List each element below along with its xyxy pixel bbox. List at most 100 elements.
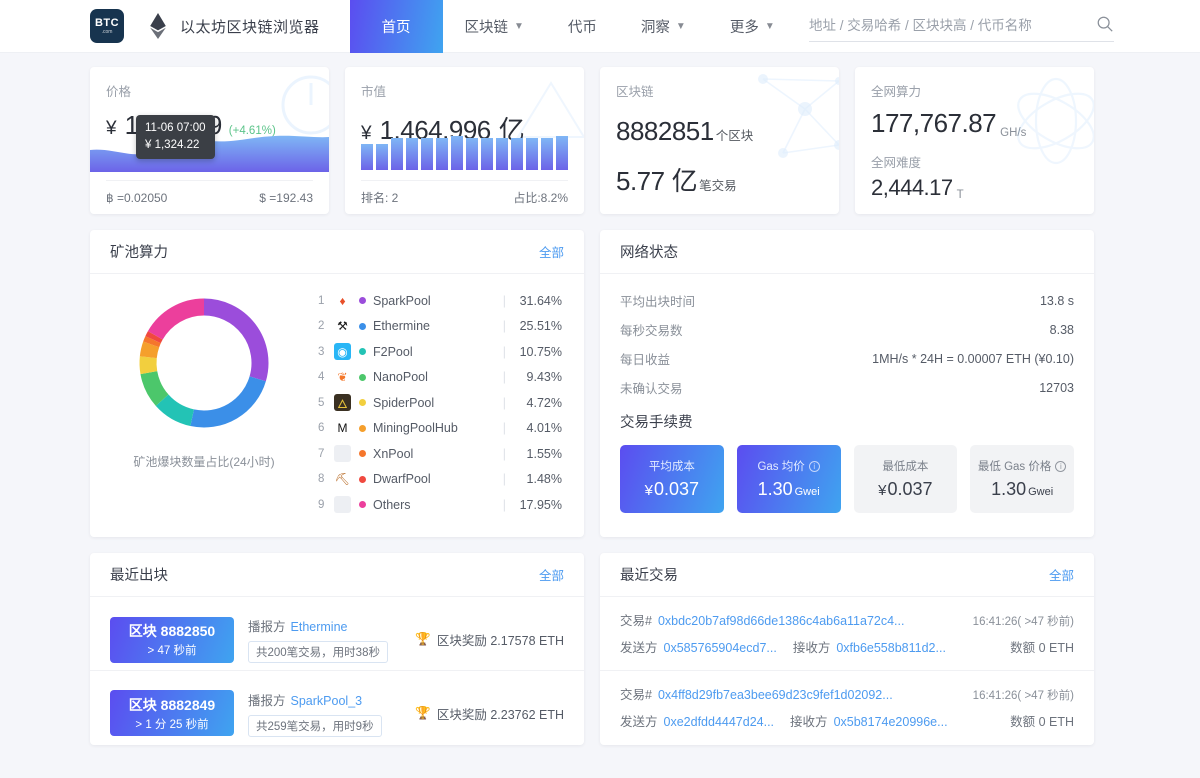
block-caster-link[interactable]: Ethermine: [291, 620, 348, 634]
nav-item-home[interactable]: 首页: [349, 0, 443, 53]
fee-label: 最低成本: [882, 461, 929, 473]
pool-name: SparkPool: [373, 293, 431, 308]
block-caster: 播报方 SparkPool_3: [248, 693, 363, 708]
donut-segment[interactable]: [155, 394, 195, 427]
tx-hash-link[interactable]: 0xbdc20b7af98d66de1386c4ab6a11a72c4...: [658, 614, 905, 628]
nav-item-more[interactable]: 更多 ▼: [708, 0, 797, 53]
donut-segment[interactable]: [139, 341, 160, 359]
block-number-badge[interactable]: 区块 8882850 > 47 秒前: [110, 616, 234, 663]
marketcap-bar: [361, 143, 373, 170]
pool-name: SpiderPool: [373, 395, 435, 410]
fee-card[interactable]: 最低成本 ¥0.037: [853, 445, 958, 513]
marketcap-footer: 排名: 2 占比:8.2%: [361, 180, 568, 214]
fee-card[interactable]: 最低 Gas 价格 i 1.30 Gwei: [970, 445, 1074, 513]
nav-item-blockchain[interactable]: 区块链 ▼: [443, 0, 546, 53]
pool-rank: 4: [318, 371, 325, 384]
search-input[interactable]: [809, 18, 1114, 33]
pool-list-item[interactable]: 3 ◉ F2Pool | 10.75%: [318, 339, 562, 365]
fee-card[interactable]: Gas 均价 i 1.30 Gwei: [736, 445, 841, 513]
donut-caption: 矿池爆块数量占比(24小时): [133, 455, 275, 469]
pool-logo-icon: ⚒: [337, 319, 348, 334]
network-stat-label: 平均出块时间: [620, 295, 696, 309]
nav-item-label: 区块链: [464, 19, 509, 36]
stats-row: 价格 ¥ 1,349.59 (+4.61%) 11-06 07:00 ¥ 1,3…: [90, 67, 1110, 214]
pool-percentage: 4.01%: [526, 421, 562, 436]
pool-percentage: 25.51%: [519, 319, 562, 334]
tooltip-time: 11-06 07:00: [145, 122, 206, 134]
fee-label: Gas 均价 i: [757, 458, 820, 474]
network-stat-label: 每日收益: [620, 353, 671, 367]
search-icon[interactable]: [1096, 15, 1114, 33]
tx-from-link[interactable]: 0xe2dfdd4447d24...: [664, 715, 775, 729]
pool-list-item[interactable]: 7 XnPool | 1.55%: [318, 441, 562, 467]
pool-hashrate-panel: 矿池算力 全部 矿池爆块数量占比(24小时) 1 ♦ SparkPool | 31.64…: [90, 230, 584, 537]
pool-list-item[interactable]: 5 🜂 SpiderPool | 4.72%: [318, 390, 562, 416]
info-icon[interactable]: i: [808, 460, 820, 472]
donut-segment[interactable]: [203, 298, 269, 382]
pool-list-item[interactable]: 6 M MiningPoolHub | 4.01%: [318, 416, 562, 442]
donut-segment[interactable]: [143, 336, 161, 348]
pool-list-item[interactable]: 9 Others | 17.95%: [318, 492, 562, 518]
donut-segment[interactable]: [139, 356, 158, 375]
fee-section-title: 交易手续费: [620, 415, 693, 431]
nav-item-label: 首页: [381, 19, 411, 36]
pool-color-dot: [359, 501, 366, 509]
pool-list-item[interactable]: 1 ♦ SparkPool | 31.64%: [318, 288, 562, 314]
transaction-row: 交易# 0x4ff8d29fb7ea3bee69d23c9fef1d02092..…: [600, 670, 1094, 743]
tx-to-link[interactable]: 0xfb6e558b811d2...: [836, 641, 946, 655]
fee-value: 1.30 Gwei: [757, 479, 820, 499]
donut-segment[interactable]: [145, 331, 163, 344]
block-caster-link[interactable]: SparkPool_3: [291, 694, 363, 708]
pool-rank: 1: [318, 294, 325, 307]
donut-segment[interactable]: [147, 298, 205, 340]
pool-logo-icon: [334, 445, 351, 463]
pool-view-all-link[interactable]: 全部: [539, 242, 564, 261]
hashrate-value: 177,767.87: [871, 108, 997, 138]
nav-item-label: 代币: [567, 19, 597, 36]
tx-hash-link[interactable]: 0x4ff8d29fb7ea3bee69d23c9fef1d02092...: [658, 688, 893, 702]
main-nav: 首页 区块链 ▼ 代币 洞察 ▼ 更多 ▼: [349, 0, 797, 53]
search-box[interactable]: [809, 10, 1114, 42]
network-rows: 平均出块时间 13.8 s 每秒交易数 8.38 每日收益 1MH/s * 24H = 0…: [620, 286, 1074, 402]
tx-from-link[interactable]: 0x585765904ecd7...: [664, 641, 777, 655]
top-header: BTC .com 以太坊区块链浏览器 首页 区块链 ▼ 代币 洞察 ▼ 更多 ▼: [0, 0, 1200, 53]
network-stat-value: 13.8 s: [1039, 293, 1074, 308]
network-stat-value: 12703: [1039, 380, 1074, 395]
stat-card-marketcap: 市值 ¥ 1,464.996 亿 排名: 2 占比:8.2%: [345, 67, 584, 214]
pool-divider: |: [502, 446, 506, 461]
network-stat-value: 8.38: [1049, 322, 1074, 337]
pool-list-item[interactable]: 2 ⚒ Ethermine | 25.51%: [318, 314, 562, 340]
pool-name: Others: [373, 497, 411, 512]
block-row: 区块 8882850 > 47 秒前 播报方 Ethermine 共200笔交易，用时3…: [90, 597, 584, 670]
difficulty-value: 2,444.17: [871, 175, 953, 200]
block-number-badge[interactable]: 区块 8882849 > 1 分 25 秒前: [110, 690, 234, 736]
nav-item-token[interactable]: 代币: [546, 0, 619, 53]
network-stat-value: 1MH/s * 24H = 0.00007 ETH (¥0.10): [872, 351, 1074, 366]
donut-segment[interactable]: [190, 376, 266, 428]
tx-to-link[interactable]: 0x5b8174e20996e...: [834, 715, 948, 729]
tx-amount: 数额 0 ETH: [1010, 641, 1074, 655]
tx-count-unit: 笔交易: [699, 179, 737, 193]
marketcap-bar: [406, 138, 418, 170]
blocks-panel-title: 最近出块: [110, 568, 168, 584]
pool-list-item[interactable]: 4 ❦ NanoPool | 9.43%: [318, 365, 562, 391]
ethereum-diamond-icon: [150, 13, 166, 39]
network-stat-row: 平均出块时间 13.8 s: [620, 286, 1074, 315]
btc-com-logo[interactable]: BTC .com: [90, 9, 124, 43]
transactions-panel-header: 最近交易 全部: [600, 553, 1094, 597]
block-reward-text: 区块奖励 2.23762 ETH: [436, 707, 564, 722]
pool-name: NanoPool: [373, 370, 428, 385]
block-time: > 1 分 25 秒前: [135, 718, 209, 731]
pool-name: XnPool: [373, 446, 414, 461]
pool-list-item[interactable]: 8 ⛏ DwarfPool | 1.48%: [318, 467, 562, 493]
donut-segment[interactable]: [140, 370, 169, 406]
fee-card[interactable]: 平均成本 ¥0.037: [620, 445, 724, 513]
info-icon[interactable]: i: [1055, 460, 1067, 472]
fee-cards: 平均成本 ¥0.037 Gas 均价 i 1.30 Gwei 最低成本 ¥0.037 最低 Ga…: [620, 445, 1074, 513]
marketcap-bar: [496, 138, 508, 170]
pool-donut-chart: 矿池爆块数量占比(24小时): [90, 288, 318, 518]
nav-item-insight[interactable]: 洞察 ▼: [619, 0, 708, 53]
transactions-view-all-link[interactable]: 全部: [1049, 565, 1074, 584]
blocks-view-all-link[interactable]: 全部: [539, 565, 564, 584]
block-count: 8882851: [616, 116, 714, 146]
